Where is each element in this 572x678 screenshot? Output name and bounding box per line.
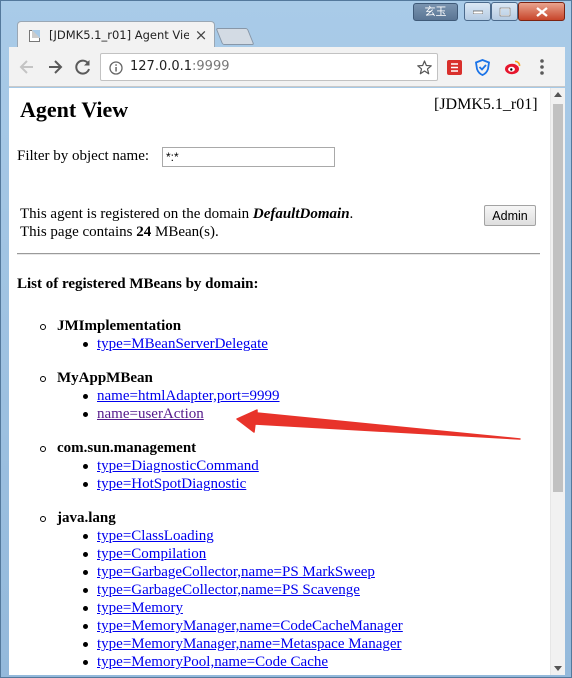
scrollbar-thumb[interactable] xyxy=(553,104,563,492)
mbean-bullet-icon xyxy=(83,624,88,629)
mbean-list-item: type=GarbageCollector,name=PS MarkSweep xyxy=(83,564,375,581)
mbean-bullet-icon xyxy=(83,660,88,665)
maximize-button[interactable] xyxy=(491,2,518,21)
domain-name: java.lang xyxy=(57,510,116,526)
mbean-list-heading: List of registered MBeans by domain: xyxy=(17,276,259,292)
mbean-bullet-icon xyxy=(83,482,88,487)
url-port: :9999 xyxy=(192,59,230,74)
domain-item: java.lang type=ClassLoading type=Compilati… xyxy=(40,510,403,670)
mbean-list-item: type=Memory xyxy=(83,600,183,617)
mbean-link[interactable]: type=MemoryManager,name=Metaspace Manage… xyxy=(97,636,402,652)
count-prefix: This page contains xyxy=(20,224,137,240)
scroll-up-icon[interactable] xyxy=(554,92,562,97)
domain-bullet-icon xyxy=(40,324,46,330)
domain-prefix: This agent is registered on the domain xyxy=(20,206,253,222)
mbean-bullet-icon xyxy=(83,552,88,557)
mbean-bullet-icon xyxy=(83,570,88,575)
page-viewport: Agent View [JDMK5.1_r01] Filter by objec… xyxy=(9,88,550,675)
domain-suffix: . xyxy=(349,206,354,222)
user-badge: 玄玉 xyxy=(413,3,458,21)
mbean-bullet-icon xyxy=(83,464,88,469)
mbean-list-item: type=ClassLoading xyxy=(83,528,214,545)
mbean-list-item: type=MemoryManager,name=Metaspace Manage… xyxy=(83,636,402,653)
mbean-link[interactable]: type=MemoryPool,name=Code Cache xyxy=(97,654,328,670)
domain-name: DefaultDomain xyxy=(252,206,350,222)
minimize-button[interactable] xyxy=(464,2,491,21)
domain-item: JMImplementation type=MBeanServerDelegate xyxy=(40,318,268,352)
mbean-link[interactable]: name=htmlAdapter,port=9999 xyxy=(97,388,280,404)
mbean-list-item: type=MemoryManager,name=CodeCacheManager xyxy=(83,618,403,635)
mbean-count: 24 xyxy=(136,224,152,240)
filter-label: Filter by object name: xyxy=(17,148,150,164)
page-title: Agent View xyxy=(20,97,129,122)
url-text[interactable]: 127.0.0.1:9999 xyxy=(130,59,230,74)
info-icon[interactable] xyxy=(109,61,123,75)
reload-icon[interactable] xyxy=(73,57,93,77)
domain-bullet-icon xyxy=(40,446,46,452)
domain-item: com.sun.management type=DiagnosticCommand… xyxy=(40,440,259,492)
mbean-list-item: name=htmlAdapter,port=9999 xyxy=(83,388,280,405)
forward-arrow-icon[interactable] xyxy=(45,57,65,77)
mbean-link[interactable]: type=DiagnosticCommand xyxy=(97,458,259,474)
domain-name: MyAppMBean xyxy=(57,370,153,386)
tab-close-icon[interactable]: × xyxy=(194,26,208,44)
extension-weibo-icon[interactable] xyxy=(504,59,521,76)
domain-item: MyAppMBean name=htmlAdapter,port=9999 name… xyxy=(40,370,280,422)
mbean-link[interactable]: type=ClassLoading xyxy=(97,528,214,544)
mbean-list-item: type=DiagnosticCommand xyxy=(83,458,259,475)
mbean-bullet-icon xyxy=(83,534,88,539)
vertical-scrollbar[interactable] xyxy=(550,88,565,675)
mbean-link[interactable]: type=MBeanServerDelegate xyxy=(97,336,268,352)
browser-tab[interactable]: [JDMK5.1_r01] Agent View × xyxy=(17,21,215,48)
mbean-list-item: type=GarbageCollector,name=PS Scavenge xyxy=(83,582,360,599)
mbean-bullet-icon xyxy=(83,588,88,593)
close-icon xyxy=(535,6,548,17)
bookmark-star-icon[interactable] xyxy=(416,59,433,76)
address-bar[interactable]: 127.0.0.1:9999 xyxy=(100,53,438,81)
domain-info: This agent is registered on the domain D… xyxy=(20,205,353,241)
maximize-icon xyxy=(499,7,510,16)
mbean-bullet-icon xyxy=(83,394,88,399)
tab-title: [JDMK5.1_r01] Agent View xyxy=(49,28,189,42)
domain-name: com.sun.management xyxy=(57,440,197,456)
close-window-button[interactable] xyxy=(518,2,565,21)
domain-bullet-icon xyxy=(40,376,46,382)
title-bar[interactable]: 玄玉 xyxy=(1,1,572,23)
mbean-bullet-icon xyxy=(83,412,88,417)
mbean-link[interactable]: type=HotSpotDiagnostic xyxy=(97,476,246,492)
new-tab-button[interactable] xyxy=(215,28,255,45)
mbean-link[interactable]: type=GarbageCollector,name=PS Scavenge xyxy=(97,582,360,598)
version-label: [JDMK5.1_r01] xyxy=(434,96,538,113)
minimize-icon xyxy=(472,10,483,14)
browser-toolbar: 127.0.0.1:9999 xyxy=(9,47,565,87)
domain-bullet-icon xyxy=(40,516,46,522)
mbean-list-item: type=MemoryPool,name=Code Cache xyxy=(83,654,328,671)
horizontal-rule xyxy=(17,253,540,255)
mbean-list-item: name=userAction xyxy=(83,406,204,423)
domain-name: JMImplementation xyxy=(57,318,182,334)
page-favicon-icon xyxy=(29,30,40,42)
mbean-link[interactable]: type=Compilation xyxy=(97,546,206,562)
browser-menu-icon[interactable] xyxy=(539,58,545,76)
url-host: 127.0.0.1 xyxy=(130,59,193,74)
mbean-bullet-icon xyxy=(83,606,88,611)
mbean-link[interactable]: name=userAction xyxy=(97,406,204,422)
extension-shield-icon[interactable] xyxy=(474,59,491,76)
admin-button[interactable]: Admin xyxy=(484,205,536,226)
mbean-link[interactable]: type=GarbageCollector,name=PS MarkSweep xyxy=(97,564,375,580)
browser-window: 玄玉 [JDMK5.1_r01] Agent View × 127.0.0.1:… xyxy=(0,0,572,678)
extension-red-icon[interactable] xyxy=(446,59,463,76)
object-name-filter-input[interactable] xyxy=(162,147,335,167)
mbean-list-item: type=HotSpotDiagnostic xyxy=(83,476,246,493)
scroll-down-icon[interactable] xyxy=(554,666,562,671)
mbean-link[interactable]: type=Memory xyxy=(97,600,183,616)
mbean-list-item: type=MBeanServerDelegate xyxy=(83,336,268,353)
mbean-list-item: type=Compilation xyxy=(83,546,206,563)
back-arrow-icon[interactable] xyxy=(17,57,37,77)
mbean-bullet-icon xyxy=(83,642,88,647)
count-suffix: MBean(s). xyxy=(151,224,219,240)
mbean-bullet-icon xyxy=(83,342,88,347)
mbean-link[interactable]: type=MemoryManager,name=CodeCacheManager xyxy=(97,618,403,634)
